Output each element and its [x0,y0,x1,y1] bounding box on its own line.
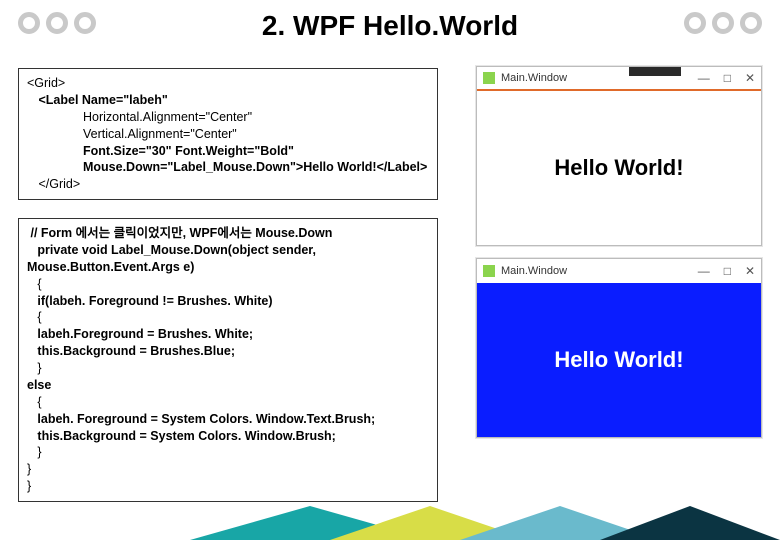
close-button[interactable]: ✕ [745,264,755,278]
window-body-default: Hello World! [477,91,761,245]
code-line: } [27,360,429,377]
code-line: Horizontal.Alignment="Center" [27,109,429,126]
code-line: this.Background = System Colors. Window.… [27,428,429,445]
csharp-code-box: // Form 에서는 클릭이었지만, WPF에서는 Mouse.Down pr… [18,218,438,502]
code-line: // Form 에서는 클릭이었지만, WPF에서는 Mouse.Down [27,225,429,242]
code-line: else [27,377,429,394]
code-line: labeh. Foreground = System Colors. Windo… [27,411,429,428]
close-button[interactable]: ✕ [745,71,755,85]
hello-label[interactable]: Hello World! [554,347,683,373]
code-line: labeh.Foreground = Brushes. White; [27,326,429,343]
code-line: } [27,461,429,478]
window-titlebar: Main.Window — □ ✕ [477,67,761,91]
slide-title: 2. WPF Hello.World [0,10,780,42]
code-line: { [27,276,429,293]
window-title-text: Main.Window [501,72,567,84]
code-line: } [27,444,429,461]
window-title-text: Main.Window [501,265,567,277]
code-line: if(labeh. Foreground != Brushes. White) [27,293,429,310]
window-titlebar: Main.Window — □ ✕ [477,259,761,283]
titlebar-overlay [629,67,681,76]
code-line: { [27,309,429,326]
code-line: private void Label_Mouse.Down(object sen… [27,242,429,276]
code-line: Mouse.Down="Label_Mouse.Down">Hello Worl… [83,160,427,174]
window-body-blue: Hello World! [477,283,761,437]
maximize-button[interactable]: □ [724,71,731,85]
code-line: <Grid> [27,75,429,92]
code-line: Vertical.Alignment="Center" [27,126,429,143]
app-window-blue: Main.Window — □ ✕ Hello World! [476,258,762,438]
code-line: this.Background = Brushes.Blue; [27,343,429,360]
triangle-icon [600,506,780,540]
minimize-button[interactable]: — [698,71,710,85]
code-line: } [27,478,429,495]
window-icon [483,72,495,84]
window-icon [483,265,495,277]
code-line: { [27,394,429,411]
code-line: Font.Size="30" Font.Weight="Bold" [27,143,429,160]
minimize-button[interactable]: — [698,264,710,278]
maximize-button[interactable]: □ [724,264,731,278]
hello-label[interactable]: Hello World! [554,155,683,181]
code-line: <Label Name="labeh" [27,92,429,109]
screenshots-column: Main.Window — □ ✕ Hello World! Main.Wind… [476,66,762,438]
code-line: </Grid> [27,176,429,193]
app-window-default: Main.Window — □ ✕ Hello World! [476,66,762,246]
xaml-code-box: <Grid> <Label Name="labeh" Horizontal.Al… [18,68,438,200]
footer-decor [0,506,780,540]
